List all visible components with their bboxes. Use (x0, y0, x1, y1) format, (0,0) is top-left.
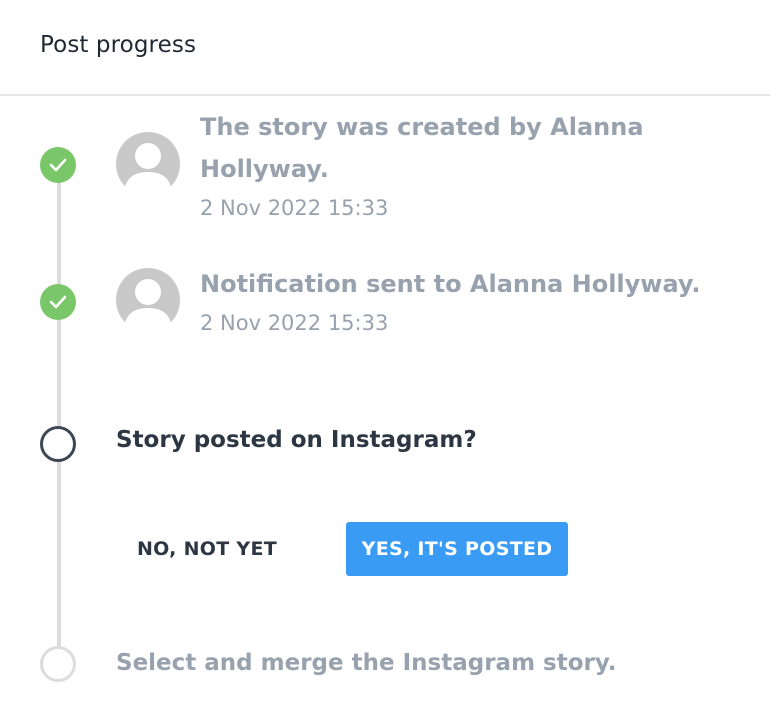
next-step-label: Select and merge the Instagram story. (116, 650, 617, 676)
step-pending-marker (40, 646, 76, 682)
step-current-marker (40, 426, 76, 462)
check-icon (49, 295, 67, 309)
yes-posted-button[interactable]: YES, IT'S POSTED (346, 522, 568, 576)
event-description: Notification sent to Alanna Hollyway. (200, 270, 701, 298)
step-done-marker (40, 284, 76, 320)
event-timestamp: 2 Nov 2022 15:33 (200, 311, 389, 335)
panel-header: Post progress (0, 0, 770, 96)
event-description: The story was created by Alanna Hollyway… (200, 113, 644, 183)
timeline-line (57, 164, 61, 664)
no-not-yet-button[interactable]: NO, NOT YET (124, 522, 290, 576)
event-timestamp: 2 Nov 2022 15:33 (200, 196, 389, 220)
check-icon (49, 158, 67, 172)
user-avatar-icon (116, 268, 180, 332)
current-step-question: Story posted on Instagram? (116, 427, 477, 453)
user-avatar-icon (116, 132, 180, 196)
page-title: Post progress (40, 32, 197, 58)
step-done-marker (40, 147, 76, 183)
